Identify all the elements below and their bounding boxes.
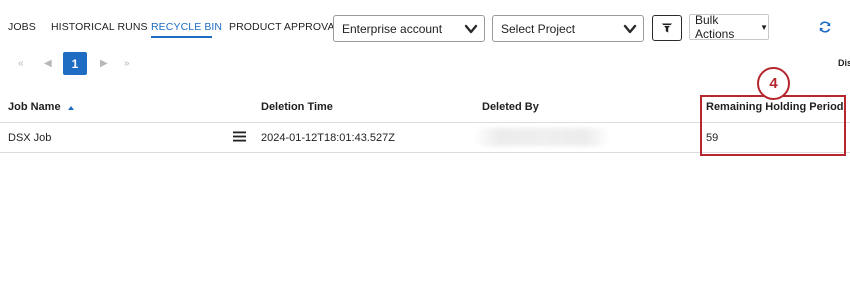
project-dropdown[interactable]: Select Project [492, 15, 644, 42]
bulk-actions-label: Bulk Actions [695, 13, 735, 41]
tab-recycle-bin[interactable]: RECYCLE BIN [151, 21, 222, 33]
current-page-button[interactable]: 1 [63, 52, 87, 75]
caret-down-icon: ▼ [760, 22, 768, 32]
deleted-by-cell-redacted [474, 128, 610, 146]
sort-ascending-icon[interactable] [68, 106, 74, 110]
menu-icon[interactable] [233, 131, 246, 142]
highlight-box [700, 95, 846, 156]
tab-product-approval[interactable]: PRODUCT APPROVAL [229, 21, 341, 33]
account-dropdown-value: Enterprise account [342, 21, 443, 36]
filter-button[interactable] [652, 15, 682, 41]
step-callout-badge: 4 [757, 67, 790, 100]
column-header-job-name[interactable]: Job Name [8, 101, 61, 113]
tab-historical-runs[interactable]: HISTORICAL RUNS [51, 21, 148, 33]
active-tab-indicator [151, 36, 212, 38]
tab-jobs[interactable]: JOBS [8, 21, 36, 33]
previous-page-icon[interactable]: ◀ [44, 58, 52, 69]
filter-funnel-icon [662, 23, 672, 33]
truncated-label: Dis [838, 58, 850, 68]
chevron-down-icon [623, 24, 637, 34]
next-page-icon[interactable]: ▶ [100, 58, 108, 69]
first-page-icon[interactable]: « [18, 58, 24, 69]
deletion-time-cell: 2024-01-12T18:01:43.527Z [261, 132, 395, 144]
column-header-deleted-by[interactable]: Deleted By [482, 101, 539, 113]
job-name-cell: DSX Job [8, 132, 52, 144]
account-dropdown[interactable]: Enterprise account [333, 15, 485, 42]
project-dropdown-value: Select Project [501, 21, 576, 36]
last-page-icon[interactable]: » [124, 58, 130, 69]
bulk-actions-button[interactable]: Bulk Actions ▼ [689, 13, 769, 41]
column-header-deletion-time[interactable]: Deletion Time [261, 101, 333, 113]
refresh-icon[interactable] [818, 20, 832, 34]
chevron-down-icon [464, 24, 478, 34]
